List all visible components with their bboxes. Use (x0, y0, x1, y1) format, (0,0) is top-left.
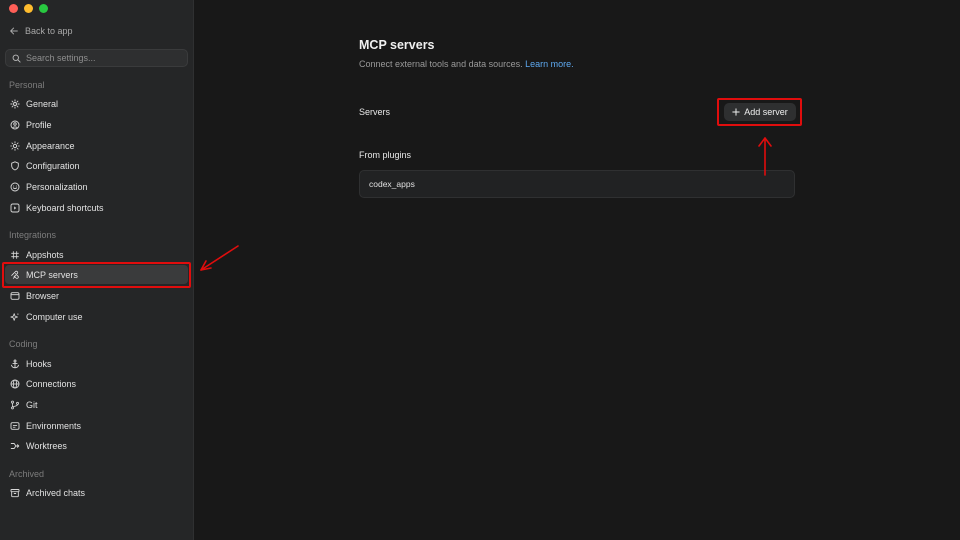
search-box[interactable] (5, 49, 188, 67)
sidebar-item-computer-use[interactable]: Computer use (5, 307, 188, 326)
sidebar-item-worktrees[interactable]: Worktrees (5, 436, 188, 455)
terminal-icon (10, 421, 20, 430)
archive-icon (10, 488, 20, 497)
arrow-left-icon (10, 27, 18, 35)
page-title: MCP servers (359, 38, 435, 52)
smile-icon (10, 182, 20, 191)
gear-icon (10, 98, 20, 109)
sidebar-item-label: Git (26, 399, 38, 410)
section-personal: Personal (9, 80, 45, 90)
globe-icon (10, 379, 20, 388)
search-input[interactable] (26, 53, 176, 63)
plus-icon (732, 108, 740, 116)
sidebar-item-hooks[interactable]: Hooks (5, 354, 188, 373)
add-server-label: Add server (744, 107, 788, 117)
sidebar-item-appshots[interactable]: Appshots (5, 245, 188, 264)
sidebar-item-keyboard-shortcuts[interactable]: Keyboard shortcuts (5, 198, 188, 217)
section-coding: Coding (9, 339, 38, 349)
maximize-window-button[interactable] (39, 4, 48, 13)
sidebar-item-label: Browser (26, 290, 60, 301)
sidebar-item-label: Keyboard shortcuts (26, 202, 104, 213)
learn-more-link[interactable]: Learn more. (525, 59, 574, 69)
shield-icon (11, 160, 19, 170)
back-to-app-label: Back to app (25, 26, 73, 36)
sidebar-item-label: Appshots (26, 249, 64, 260)
user-circle-icon (10, 120, 20, 129)
back-to-app-link[interactable]: Back to app (9, 26, 73, 36)
sidebar-item-label: Configuration (26, 160, 80, 171)
sidebar-item-configuration[interactable]: Configuration (5, 156, 188, 175)
settings-content: MCP servers Connect external tools and d… (194, 0, 960, 540)
sidebar-item-general[interactable]: General (5, 94, 188, 113)
section-integrations: Integrations (9, 230, 57, 240)
camera-icon (11, 250, 19, 259)
mcp-icon (11, 270, 19, 279)
anchor-icon (11, 359, 19, 368)
servers-section-label: Servers (359, 107, 391, 117)
page-subtitle: Connect external tools and data sources.… (359, 59, 574, 69)
plugin-server-name: codex_apps (369, 179, 415, 189)
sidebar-item-label: Connections (26, 378, 77, 389)
plugin-server-row[interactable]: codex_apps (359, 170, 795, 198)
sun-icon (10, 140, 20, 151)
section-archived: Archived (9, 469, 45, 479)
sidebar-item-mcp-servers[interactable]: MCP servers (5, 265, 188, 284)
sidebar-item-personalization[interactable]: Personalization (5, 177, 188, 196)
sparkle-icon (10, 312, 19, 321)
sidebar-item-label: Archived chats (26, 487, 86, 498)
sidebar-item-connections[interactable]: Connections (5, 374, 188, 393)
sidebar-item-label: Personalization (26, 181, 88, 192)
sidebar-item-label: General (26, 98, 59, 109)
settings-window: Back to app Personal General Profile App… (0, 0, 960, 540)
sidebar-item-label: Appearance (26, 140, 75, 151)
sidebar-item-environments[interactable]: Environments (5, 416, 188, 435)
sidebar-item-archived-chats[interactable]: Archived chats (5, 483, 188, 502)
git-branch-icon (11, 400, 19, 409)
settings-sidebar: Back to app Personal General Profile App… (0, 0, 194, 540)
sidebar-item-label: Environments (26, 420, 82, 431)
sidebar-item-label: Computer use (26, 311, 83, 322)
sidebar-item-label: Profile (26, 119, 52, 130)
keyboard-icon (10, 203, 20, 212)
sidebar-item-label: Worktrees (26, 440, 67, 451)
page-subtitle-text: Connect external tools and data sources. (359, 59, 523, 69)
from-plugins-section-label: From plugins (359, 150, 412, 160)
sidebar-item-profile[interactable]: Profile (5, 115, 188, 134)
worktree-icon (10, 442, 20, 449)
close-window-button[interactable] (9, 4, 18, 13)
search-icon (12, 54, 21, 63)
sidebar-item-label: Hooks (26, 358, 52, 369)
minimize-window-button[interactable] (24, 4, 33, 13)
browser-icon (10, 291, 20, 300)
sidebar-item-git[interactable]: Git (5, 395, 188, 414)
window-controls (9, 4, 48, 13)
sidebar-item-appearance[interactable]: Appearance (5, 136, 188, 155)
sidebar-item-label: MCP servers (26, 269, 78, 280)
add-server-button[interactable]: Add server (724, 103, 796, 121)
sidebar-item-browser[interactable]: Browser (5, 286, 188, 305)
